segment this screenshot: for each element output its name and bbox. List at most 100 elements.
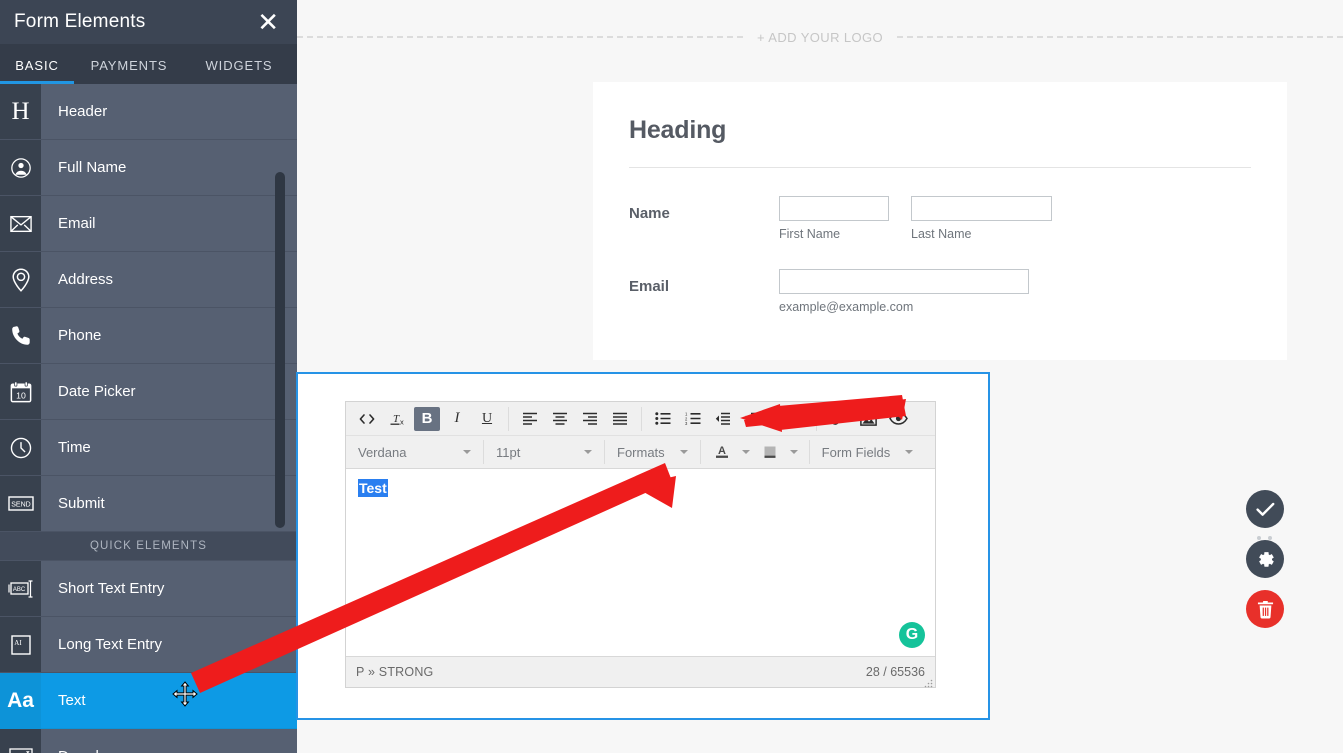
font-family-value: Verdana: [358, 445, 406, 460]
sidebar-item-email[interactable]: Email: [0, 196, 297, 252]
numbered-list-icon[interactable]: 1 2 3: [680, 407, 706, 431]
font-family-select[interactable]: Verdana: [352, 440, 477, 464]
form-builder-screen: Form Elements ✕ BASIC PAYMENTS WIDGETS H…: [0, 0, 1343, 753]
tab-basic[interactable]: BASIC: [0, 58, 74, 84]
first-name-sublabel: First Name: [779, 227, 889, 241]
toolbar-divider: [604, 440, 605, 464]
font-size-select[interactable]: 11pt: [490, 440, 598, 464]
character-count: 28 / 65536: [866, 665, 925, 679]
element-action-rail: [1246, 490, 1292, 640]
grammarly-glyph: G: [906, 626, 918, 644]
align-center-icon[interactable]: [547, 407, 573, 431]
sidebar-item-time[interactable]: Time: [0, 420, 297, 476]
sidebar-item-label: Phone: [41, 308, 297, 363]
element-settings-button[interactable]: [1246, 540, 1284, 578]
field-name[interactable]: Name First Name Last Name: [629, 196, 1251, 241]
sidebar-item-label: Dropdown: [41, 729, 297, 753]
text-element-selected[interactable]: T x B I U: [296, 372, 990, 720]
sidebar-item-label: Date Picker: [41, 364, 297, 419]
text-color-icon[interactable]: A: [709, 440, 735, 464]
add-logo-button[interactable]: + ADD YOUR LOGO: [743, 30, 897, 45]
page-title[interactable]: Heading: [629, 116, 1251, 145]
background-color-icon[interactable]: [757, 440, 783, 464]
align-justify-icon[interactable]: [607, 407, 633, 431]
editor-toolbar-row-1: T x B I U: [346, 402, 935, 435]
confirm-check-button[interactable]: [1246, 490, 1284, 528]
send-button-icon: SEND: [0, 476, 41, 531]
grammarly-icon[interactable]: G: [899, 622, 925, 648]
clock-icon: [0, 420, 41, 475]
editor-toolbar-row-2: Verdana 11pt Formats: [346, 435, 935, 468]
element-list: H Header Full Name: [0, 84, 297, 753]
field-label: Email: [629, 269, 779, 314]
image-icon[interactable]: [855, 407, 881, 431]
sidebar-item-dropdown[interactable]: Dropdown: [0, 729, 297, 753]
bullet-list-icon[interactable]: [650, 407, 676, 431]
align-left-icon[interactable]: [517, 407, 543, 431]
svg-text:AI: AI: [14, 639, 22, 647]
sidebar-item-address[interactable]: Address: [0, 252, 297, 308]
sidebar-item-phone[interactable]: Phone: [0, 308, 297, 364]
sidebar-item-label: Short Text Entry: [41, 561, 297, 616]
editor-toolbar: T x B I U: [346, 402, 935, 469]
clear-formatting-icon[interactable]: T x: [384, 407, 410, 431]
svg-text:3: 3: [685, 421, 688, 425]
close-icon[interactable]: ✕: [255, 9, 281, 35]
table-icon[interactable]: [770, 407, 790, 431]
email-sublabel: example@example.com: [779, 300, 1029, 314]
sidebar-item-text[interactable]: Aa Text: [0, 673, 297, 729]
preview-eye-icon[interactable]: [885, 407, 911, 431]
form-card: Heading Name First Name Last Name: [593, 82, 1287, 360]
sidebar-item-submit[interactable]: SEND Submit: [0, 476, 297, 532]
align-right-icon[interactable]: [577, 407, 603, 431]
email-input[interactable]: [779, 269, 1029, 294]
tab-widgets[interactable]: WIDGETS: [184, 58, 294, 84]
sidebar-item-label: Text: [41, 673, 297, 728]
editor-selected-text[interactable]: Test: [358, 479, 388, 497]
editor-status-bar: P » STRONG 28 / 65536: [346, 656, 935, 687]
italic-icon[interactable]: I: [444, 407, 470, 431]
editor-content-area[interactable]: Test G: [346, 469, 935, 656]
form-fields-label: Form Fields: [822, 445, 891, 460]
quick-elements-section-label: QUICK ELEMENTS: [0, 532, 297, 561]
field-label: Name: [629, 196, 779, 241]
source-code-icon[interactable]: [354, 407, 380, 431]
toolbar-divider: [483, 440, 484, 464]
last-name-input[interactable]: [911, 196, 1052, 221]
bold-icon[interactable]: B: [414, 407, 440, 431]
heading-divider: [629, 167, 1251, 168]
resize-handle-icon[interactable]: [923, 676, 933, 686]
first-name-input[interactable]: [779, 196, 889, 221]
toolbar-divider: [641, 407, 642, 431]
underline-icon[interactable]: U: [474, 407, 500, 431]
sidebar-item-label: Submit: [41, 476, 297, 531]
svg-text:T: T: [393, 413, 400, 425]
svg-text:A: A: [718, 445, 726, 457]
divider-right: [897, 36, 1343, 38]
field-email[interactable]: Email example@example.com: [629, 269, 1251, 314]
table-dropdown-caret-icon[interactable]: [792, 417, 810, 421]
text-color-dropdown-caret-icon[interactable]: [737, 450, 755, 454]
font-size-value: 11pt: [496, 445, 520, 460]
tab-payments[interactable]: PAYMENTS: [74, 58, 184, 84]
element-path-breadcrumb[interactable]: P » STRONG: [356, 665, 433, 679]
sidebar-item-full-name[interactable]: Full Name: [0, 140, 297, 196]
toolbar-divider: [700, 440, 701, 464]
chevron-down-icon: [584, 450, 592, 454]
sidebar-item-short-text-entry[interactable]: ABC Short Text Entry: [0, 561, 297, 617]
panel-scrollbar-track[interactable]: [281, 84, 291, 753]
formats-select[interactable]: Formats: [611, 440, 694, 464]
form-fields-select[interactable]: Form Fields: [816, 440, 920, 464]
sidebar-item-date-picker[interactable]: 10 Date Picker: [0, 364, 297, 420]
formats-label: Formats: [617, 445, 665, 460]
delete-element-button[interactable]: [1246, 590, 1284, 628]
background-color-dropdown-caret-icon[interactable]: [785, 450, 803, 454]
svg-text:ABC: ABC: [12, 587, 25, 593]
link-icon[interactable]: [825, 407, 851, 431]
indent-icon[interactable]: [740, 407, 766, 431]
panel-scrollbar-thumb[interactable]: [275, 172, 285, 528]
sidebar-item-long-text-entry[interactable]: AI Long Text Entry: [0, 617, 297, 673]
toolbar-divider: [809, 440, 810, 464]
outdent-icon[interactable]: [710, 407, 736, 431]
sidebar-item-header[interactable]: H Header: [0, 84, 297, 140]
